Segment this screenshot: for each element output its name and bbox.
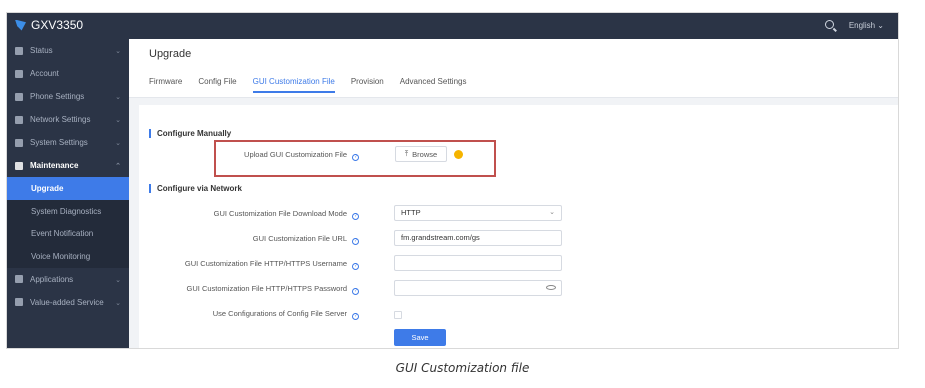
help-icon[interactable]: ?: [352, 213, 359, 220]
page-title: Upgrade: [149, 48, 192, 60]
user-icon: [15, 69, 23, 78]
sidebar-item-applications[interactable]: Applications ⌄: [7, 268, 129, 291]
url-input[interactable]: fm.grandstream.com/gs: [394, 230, 562, 246]
password-label: GUI Customization File HTTP/HTTPS Passwo…: [186, 284, 347, 293]
sidebar-item-label: Value-added Service: [30, 297, 104, 307]
chevron-down-icon: ⌄: [115, 117, 121, 124]
section-configure-manually: Configure Manually: [149, 129, 231, 138]
username-input[interactable]: [394, 255, 562, 271]
sidebar-item-value-added-service[interactable]: Value-added Service ⌄: [7, 291, 129, 314]
sidebar-item-maintenance[interactable]: Maintenance ⌃: [7, 154, 129, 177]
system-icon: [15, 138, 23, 147]
tab-provision[interactable]: Provision: [351, 77, 384, 93]
tab-firmware[interactable]: Firmware: [149, 77, 182, 93]
app-title: GXV3350: [31, 18, 84, 32]
help-icon[interactable]: ?: [352, 263, 359, 270]
sidebar-item-label: Status: [30, 46, 53, 55]
highlight-box: [214, 140, 496, 177]
download-mode-select[interactable]: HTTP ⌄: [394, 205, 562, 221]
chevron-down-icon: ⌄: [115, 140, 121, 147]
sidebar-item-label: Applications: [30, 274, 74, 284]
sidebar-item-label: Account: [30, 69, 59, 78]
sidebar-item-upgrade[interactable]: Upgrade: [7, 177, 129, 200]
help-icon[interactable]: ?: [352, 313, 359, 320]
sidebar-item-event-notification[interactable]: Event Notification: [7, 222, 129, 246]
sidebar-item-network-settings[interactable]: Network Settings ⌄: [7, 108, 129, 131]
sidebar-item-label: Phone Settings: [30, 92, 85, 101]
sidebar-item-account[interactable]: Account: [7, 62, 129, 85]
chevron-down-icon: ⌄: [115, 276, 121, 284]
sidebar-item-phone-settings[interactable]: Phone Settings ⌄: [7, 85, 129, 108]
figure-caption: GUI Customization file: [395, 361, 530, 375]
url-label-row: GUI Customization File URL?: [139, 234, 359, 245]
tools-icon: [15, 161, 23, 170]
sidebar-item-voice-monitoring[interactable]: Voice Monitoring: [7, 245, 129, 268]
download-mode-label-row: GUI Customization File Download Mode?: [139, 209, 359, 220]
chevron-down-icon: ⌄: [115, 48, 121, 55]
tab-gui-customization-file[interactable]: GUI Customization File: [252, 77, 335, 93]
page-header: Upgrade Firmware Config File GUI Customi…: [129, 39, 898, 98]
app-logo: GXV3350: [15, 18, 83, 32]
sidebar-item-label: Network Settings: [30, 115, 91, 124]
grandstream-logo-icon: [15, 19, 26, 31]
tab-bar: Firmware Config File GUI Customization F…: [149, 77, 466, 93]
app-window: GXV3350 English ⌄ Status ⌄ Account Phone …: [6, 12, 899, 349]
chevron-down-icon: ⌄: [115, 94, 121, 101]
password-input[interactable]: [394, 280, 562, 296]
chevron-down-icon: ⌄: [115, 299, 121, 307]
sidebar-item-system-settings[interactable]: System Settings ⌄: [7, 131, 129, 154]
sidebar-item-label: System Settings: [30, 138, 88, 147]
language-label: English: [848, 21, 876, 30]
tab-config-file[interactable]: Config File: [198, 77, 236, 93]
network-icon: [15, 115, 23, 124]
use-config-checkbox[interactable]: [394, 311, 402, 319]
help-icon[interactable]: ?: [352, 238, 359, 245]
main-area: Upgrade Firmware Config File GUI Customi…: [129, 39, 898, 348]
content-panel: Configure Manually Upload GUI Customizat…: [139, 105, 898, 348]
chevron-down-icon: ⌄: [549, 209, 555, 216]
section-configure-via-network: Configure via Network: [149, 184, 242, 193]
eye-icon[interactable]: [546, 285, 556, 290]
username-label: GUI Customization File HTTP/HTTPS Userna…: [184, 259, 347, 268]
sidebar: Status ⌄ Account Phone Settings ⌄ Network …: [7, 39, 129, 348]
top-bar: GXV3350 English ⌄: [7, 13, 898, 39]
save-button[interactable]: Save: [394, 329, 446, 346]
url-label: GUI Customization File URL: [252, 234, 347, 243]
grid-icon: [15, 298, 23, 307]
apps-icon: [15, 275, 23, 284]
use-config-label-row: Use Configurations of Config File Server…: [139, 309, 359, 320]
username-label-row: GUI Customization File HTTP/HTTPS Userna…: [139, 259, 359, 270]
search-icon[interactable]: [825, 20, 834, 29]
tab-advanced-settings[interactable]: Advanced Settings: [400, 77, 467, 93]
download-mode-label: GUI Customization File Download Mode: [213, 209, 347, 218]
sidebar-item-system-diagnostics[interactable]: System Diagnostics: [7, 199, 129, 223]
password-label-row: GUI Customization File HTTP/HTTPS Passwo…: [139, 284, 359, 295]
use-config-label: Use Configurations of Config File Server: [212, 309, 347, 318]
list-icon: [15, 46, 23, 55]
sidebar-item-label: Maintenance: [30, 161, 79, 170]
download-mode-value: HTTP: [401, 208, 421, 217]
language-selector[interactable]: English ⌄: [849, 21, 884, 30]
help-icon[interactable]: ?: [352, 288, 359, 295]
sidebar-item-status[interactable]: Status ⌄: [7, 39, 129, 62]
chevron-up-icon: ⌃: [115, 163, 121, 170]
phone-icon: [15, 92, 23, 101]
